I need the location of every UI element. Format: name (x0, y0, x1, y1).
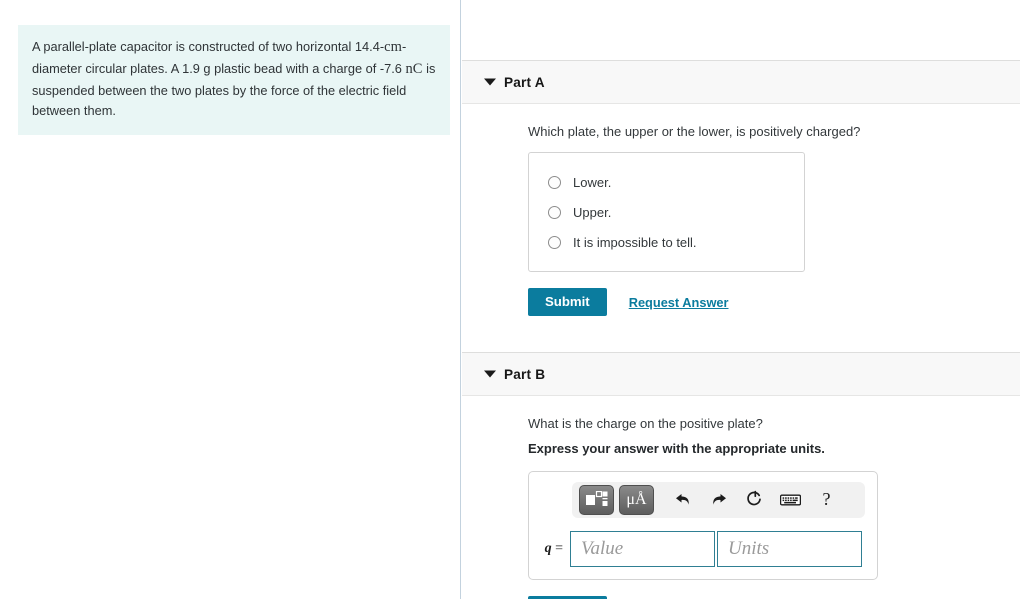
radio-button-lower[interactable] (548, 175, 561, 189)
answer-input-row: q = (540, 530, 866, 567)
problem-pane: A parallel-plate capacitor is constructe… (0, 0, 461, 599)
option-upper-label: Upper. (573, 204, 612, 220)
part-b-submit-button[interactable]: Submit (528, 595, 607, 599)
help-button[interactable]: ? (811, 485, 842, 515)
part-a-question: Which plate, the upper or the lower, is … (528, 124, 861, 139)
part-b-answer-widget: μÅ ? q = Value Units (528, 470, 878, 580)
part-b-header[interactable]: Part B (462, 352, 1020, 397)
part-b-body: What is the charge on the positive plate… (462, 396, 1020, 599)
refresh-circle-icon (747, 490, 761, 506)
radio-button-impossible[interactable] (548, 235, 561, 249)
equals-sign: = (555, 540, 563, 556)
page-root: A parallel-plate capacitor is constructe… (0, 0, 1020, 599)
micro-angstrom-icon: μÅ (626, 490, 647, 508)
part-a-actions: Submit Request Answer (528, 288, 1020, 317)
undo-arrow-icon (675, 493, 689, 505)
part-a-submit-button[interactable]: Submit (528, 288, 607, 317)
caret-down-icon[interactable] (484, 370, 496, 378)
math-template-button[interactable] (579, 484, 614, 515)
part-a-request-answer-link[interactable]: Request Answer (629, 295, 729, 310)
units-button[interactable]: μÅ (619, 484, 654, 515)
redo-button[interactable] (703, 485, 734, 515)
problem-statement: A parallel-plate capacitor is constructe… (18, 25, 450, 135)
part-b-actions: Submit Request Answer (528, 595, 1020, 599)
part-b-instruction: Express your answer with the appropriate… (528, 441, 825, 457)
reset-button[interactable] (739, 485, 770, 515)
part-a-options-group: Lower. Upper. It is impossible to tell. (528, 152, 805, 273)
value-input[interactable] (570, 530, 715, 567)
question-mark-icon: ? (822, 489, 831, 510)
units-input[interactable] (717, 530, 862, 567)
option-lower[interactable]: Lower. (529, 167, 804, 197)
variable-label: q = (540, 541, 570, 557)
keyboard-icon (780, 494, 801, 506)
option-lower-label: Lower. (573, 174, 612, 190)
caret-down-icon[interactable] (484, 78, 496, 86)
radio-button-upper[interactable] (548, 205, 561, 219)
math-template-icon (585, 490, 607, 506)
part-a-body: Which plate, the upper or the lower, is … (462, 104, 1020, 317)
option-upper[interactable]: Upper. (529, 197, 804, 227)
undo-button[interactable] (667, 485, 698, 515)
part-a-header[interactable]: Part A (462, 60, 1020, 104)
unit-cm: cm (384, 39, 403, 55)
part-b-title: Part B (504, 366, 546, 382)
problem-text-part-1: A parallel-plate capacitor is constructe… (32, 39, 385, 54)
redo-arrow-icon (712, 493, 726, 505)
part-a-title: Part A (504, 74, 545, 90)
option-impossible-label: It is impossible to tell. (573, 234, 697, 250)
part-b-question: What is the charge on the positive plate… (528, 416, 763, 432)
answer-toolbar: μÅ ? (572, 481, 865, 518)
variable-symbol: q (544, 540, 552, 556)
answer-pane: Part A Which plate, the upper or the low… (462, 0, 1020, 599)
keyboard-button[interactable] (775, 485, 806, 515)
option-impossible[interactable]: It is impossible to tell. (529, 227, 804, 257)
unit-nc: nC (405, 61, 423, 78)
